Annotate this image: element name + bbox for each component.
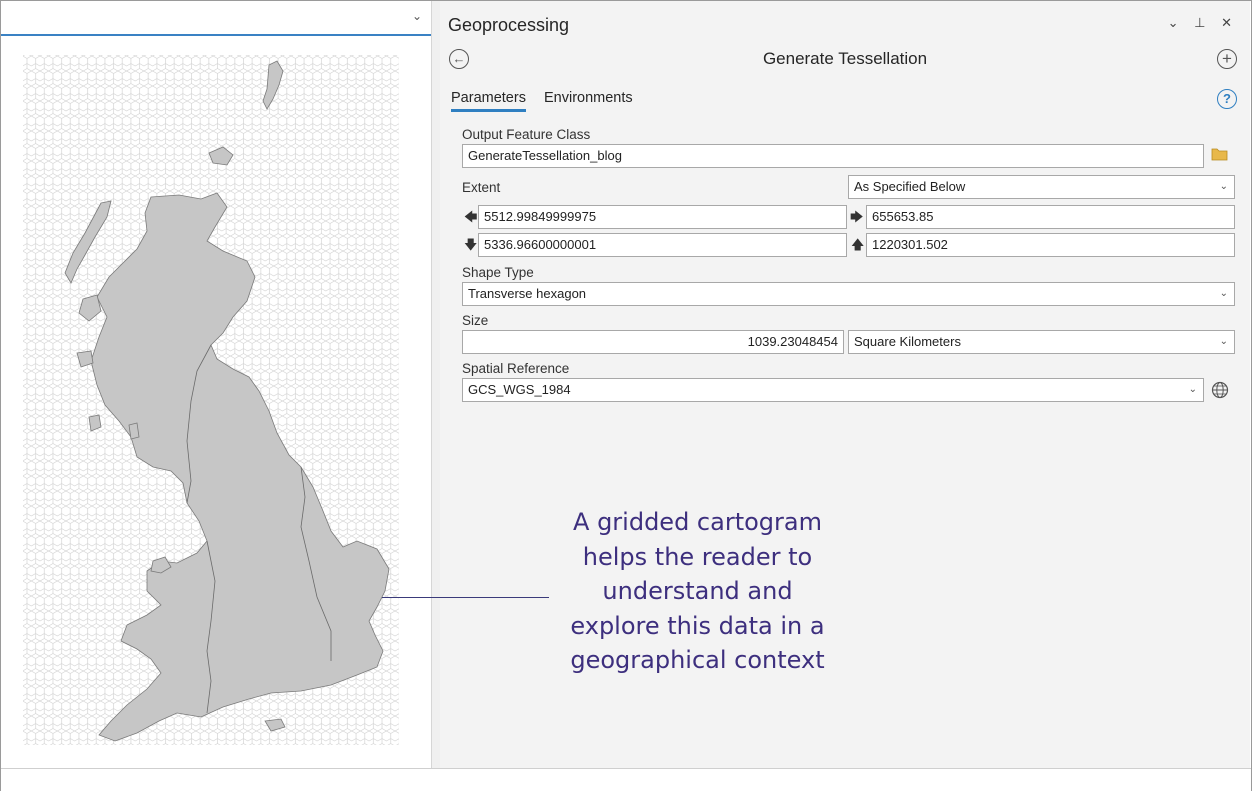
chevron-down-icon: ⌄ bbox=[1219, 181, 1228, 192]
output-feature-class-label: Output Feature Class bbox=[462, 127, 591, 142]
extent-top-input[interactable]: 1220301.502 bbox=[866, 233, 1235, 257]
extent-bottom-input[interactable]: 5336.96600000001 bbox=[478, 233, 847, 257]
annotation-line: explore this data in a bbox=[570, 611, 825, 640]
extent-label: Extent bbox=[462, 180, 501, 195]
tab-parameters[interactable]: Parameters bbox=[451, 90, 526, 112]
annotation-line: understand and bbox=[602, 577, 793, 605]
size-unit-select[interactable]: Square Kilometers ⌄ bbox=[848, 330, 1235, 354]
annotation-line: A gridded cartogram bbox=[573, 508, 822, 536]
map-canvas[interactable] bbox=[1, 41, 431, 751]
callout-line bbox=[382, 597, 549, 598]
tab-environments[interactable]: Environments bbox=[544, 90, 633, 109]
chevron-down-icon: ⌄ bbox=[1219, 288, 1228, 299]
annotation-line: helps the reader to bbox=[582, 542, 813, 571]
help-icon[interactable]: ? bbox=[1217, 89, 1237, 109]
chevron-down-icon: ⌄ bbox=[1219, 336, 1228, 347]
shape-type-label: Shape Type bbox=[462, 265, 534, 280]
extent-left-input[interactable]: 5512.99849999975 bbox=[478, 205, 847, 229]
extent-right-input[interactable]: 655653.85 bbox=[866, 205, 1235, 229]
globe-icon[interactable] bbox=[1211, 381, 1229, 399]
arrow-right-icon: 🡆 bbox=[850, 209, 864, 224]
pane-title: Geoprocessing bbox=[448, 15, 570, 35]
arrow-down-icon: 🡇 bbox=[464, 237, 478, 252]
spatial-reference-value: GCS_WGS_1984 bbox=[468, 382, 571, 397]
extent-mode-select[interactable]: As Specified Below ⌄ bbox=[848, 175, 1235, 199]
output-feature-class-input[interactable]: GenerateTessellation_blog bbox=[462, 144, 1204, 168]
shape-type-value: Transverse hexagon bbox=[468, 286, 587, 301]
size-unit-value: Square Kilometers bbox=[854, 334, 961, 349]
spatial-reference-select[interactable]: GCS_WGS_1984 ⌄ bbox=[462, 378, 1204, 402]
map-header: ⌄ bbox=[1, 1, 431, 36]
chevron-down-icon: ⌄ bbox=[1188, 384, 1197, 395]
size-input[interactable]: 1039.23048454 bbox=[462, 330, 844, 354]
window-controls[interactable]: ⌄ ⊥ ✕ bbox=[1168, 15, 1238, 31]
arrow-up-icon: 🡅 bbox=[851, 237, 865, 252]
arrow-left-icon: 🡄 bbox=[464, 209, 478, 224]
annotation-callout: A gridded cartogram helps the reader to … bbox=[555, 505, 840, 678]
folder-icon[interactable] bbox=[1211, 147, 1229, 161]
status-strip bbox=[1, 768, 1251, 791]
map-pane[interactable]: ⌄ bbox=[1, 1, 431, 768]
annotation-line: geographical context bbox=[570, 646, 825, 674]
shape-type-select[interactable]: Transverse hexagon ⌄ bbox=[462, 282, 1235, 306]
add-icon[interactable]: + bbox=[1217, 49, 1237, 69]
tool-name: Generate Tessellation bbox=[762, 49, 928, 68]
chevron-down-icon[interactable]: ⌄ bbox=[412, 9, 422, 23]
extent-mode-value: As Specified Below bbox=[854, 179, 966, 194]
spatial-reference-label: Spatial Reference bbox=[462, 361, 570, 376]
size-label: Size bbox=[462, 313, 489, 328]
